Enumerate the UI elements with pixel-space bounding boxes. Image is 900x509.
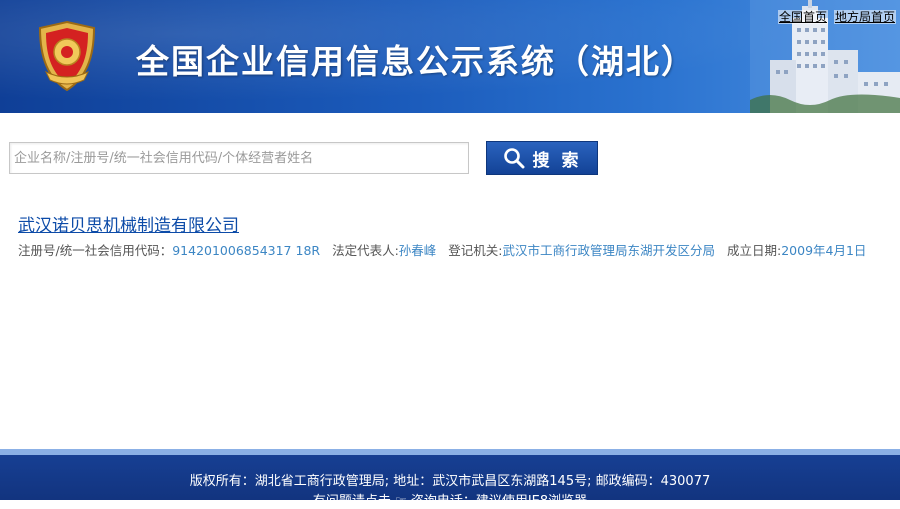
local-home-link[interactable]: 地方局首页 — [833, 10, 896, 24]
authority-value: 武汉市工商行政管理局东湖开发区分局 — [502, 243, 716, 258]
emblem-icon — [38, 20, 96, 92]
legal-label: 法定代表人: — [332, 243, 399, 258]
footer-contact-link[interactable]: 咨询电话：建议使用IE8浏览器 — [411, 494, 587, 509]
date-value: 2009年4月1日 — [781, 243, 867, 258]
reg-label: 注册号/统一社会信用代码： — [18, 243, 173, 258]
hand-pointer-icon: ☞ — [395, 494, 407, 509]
search-button[interactable]: 搜 索 — [486, 141, 598, 175]
footer-contact-prefix: 有问题请点击 — [312, 494, 391, 509]
footer-copyright: 版权所有：湖北省工商行政管理局; 地址：武汉市武昌区东湖路145号; 邮政编码：… — [189, 474, 711, 489]
site-header: 全国企业信用信息公示系统（湖北） 全国首页 地方局首页 — [0, 0, 900, 113]
legal-value: 孙春峰 — [398, 243, 437, 258]
result-meta: 注册号/统一社会信用代码：914201006854317 18R 法定代表人:孙… — [18, 240, 866, 259]
search-input[interactable] — [9, 142, 469, 174]
national-home-link[interactable]: 全国首页 — [777, 10, 828, 24]
top-links: 全国首页 地方局首页 — [772, 8, 896, 25]
search-icon — [503, 148, 525, 169]
site-title: 全国企业信用信息公示系统（湖北） — [136, 42, 696, 81]
search-button-label: 搜 索 — [532, 150, 582, 171]
authority-label: 登记机关: — [448, 243, 503, 258]
company-name-link[interactable]: 武汉诺贝思机械制造有限公司 — [18, 211, 239, 236]
site-footer: 版权所有：湖北省工商行政管理局; 地址：武汉市武昌区东湖路145号; 邮政编码：… — [0, 455, 900, 509]
date-label: 成立日期: — [727, 243, 782, 258]
reg-value: 914201006854317 18R — [172, 243, 321, 258]
